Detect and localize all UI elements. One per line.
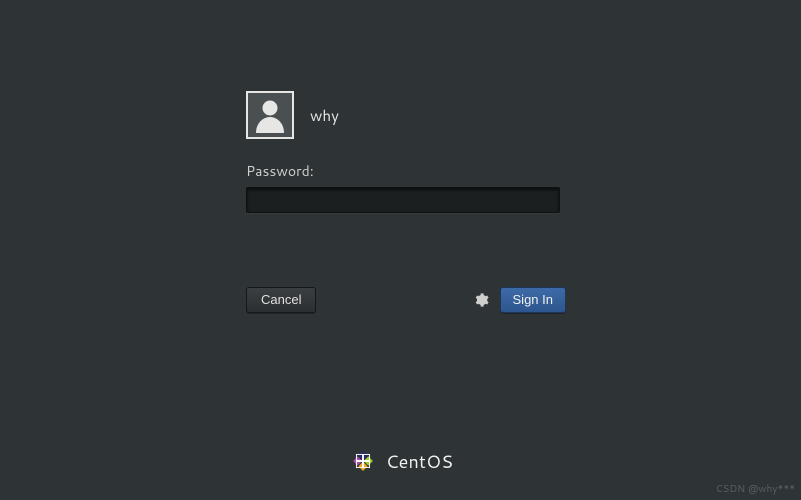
password-label: Password: bbox=[246, 161, 566, 181]
login-panel: why Password: Cancel Sign In bbox=[246, 91, 566, 313]
signin-button[interactable]: Sign In bbox=[500, 287, 566, 313]
user-icon bbox=[253, 97, 287, 133]
watermark: CSDN @why*** bbox=[716, 482, 795, 496]
cancel-button[interactable]: Cancel bbox=[246, 287, 316, 313]
password-input[interactable] bbox=[246, 187, 560, 213]
avatar bbox=[246, 91, 294, 139]
brand-name: CentOS bbox=[386, 448, 454, 474]
button-row: Cancel Sign In bbox=[246, 287, 566, 313]
gear-icon bbox=[473, 292, 489, 308]
session-options-button[interactable] bbox=[472, 291, 490, 309]
centos-logo-icon bbox=[348, 446, 378, 476]
brand: CentOS bbox=[0, 446, 801, 476]
user-row: why bbox=[246, 91, 566, 139]
username-label: why bbox=[310, 105, 339, 126]
